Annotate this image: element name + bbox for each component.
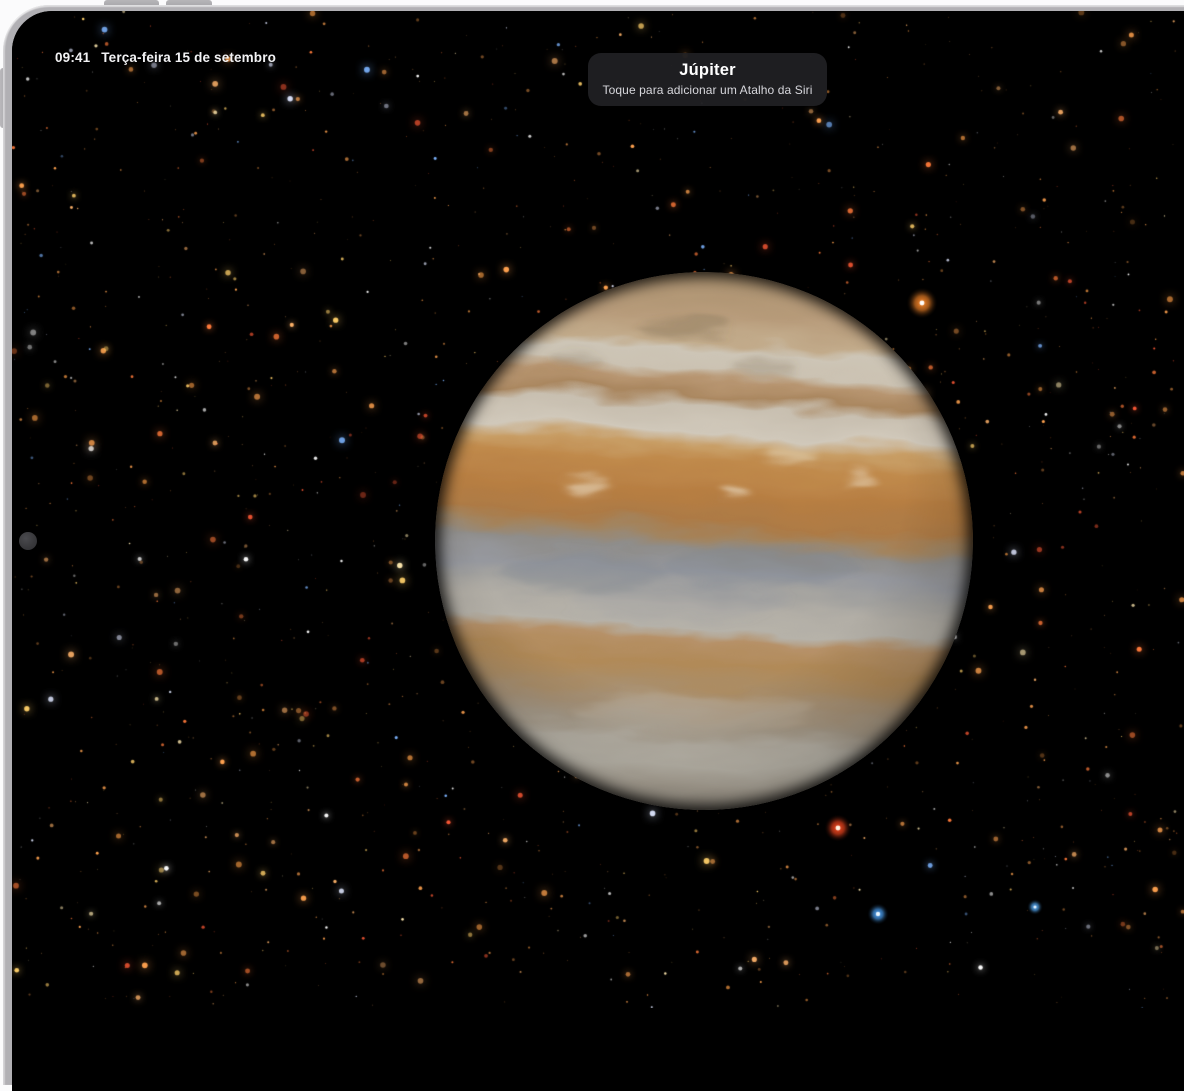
jupiter-planet	[435, 272, 973, 810]
status-date: Terça-feira 15 de setembro	[101, 50, 276, 65]
ipad-frame: 09:41 Terça-feira 15 de setembro Júpiter…	[3, 5, 1184, 1085]
marketing-page: { "status_bar": { "time": "09:41", "date…	[0, 0, 1184, 1008]
device-screen: 09:41 Terça-feira 15 de setembro Júpiter…	[12, 11, 1184, 1091]
planet-limb-shading	[435, 272, 973, 810]
suggestion-title: Júpiter	[588, 53, 827, 80]
front-camera-icon	[19, 532, 37, 550]
status-bar: 09:41 Terça-feira 15 de setembro	[55, 50, 276, 65]
status-time: 09:41	[55, 50, 90, 65]
suggestion-subtitle: Toque para adicionar um Atalho da Siri	[588, 83, 827, 97]
siri-suggestion-banner[interactable]: Júpiter Toque para adicionar um Atalho d…	[588, 53, 827, 106]
